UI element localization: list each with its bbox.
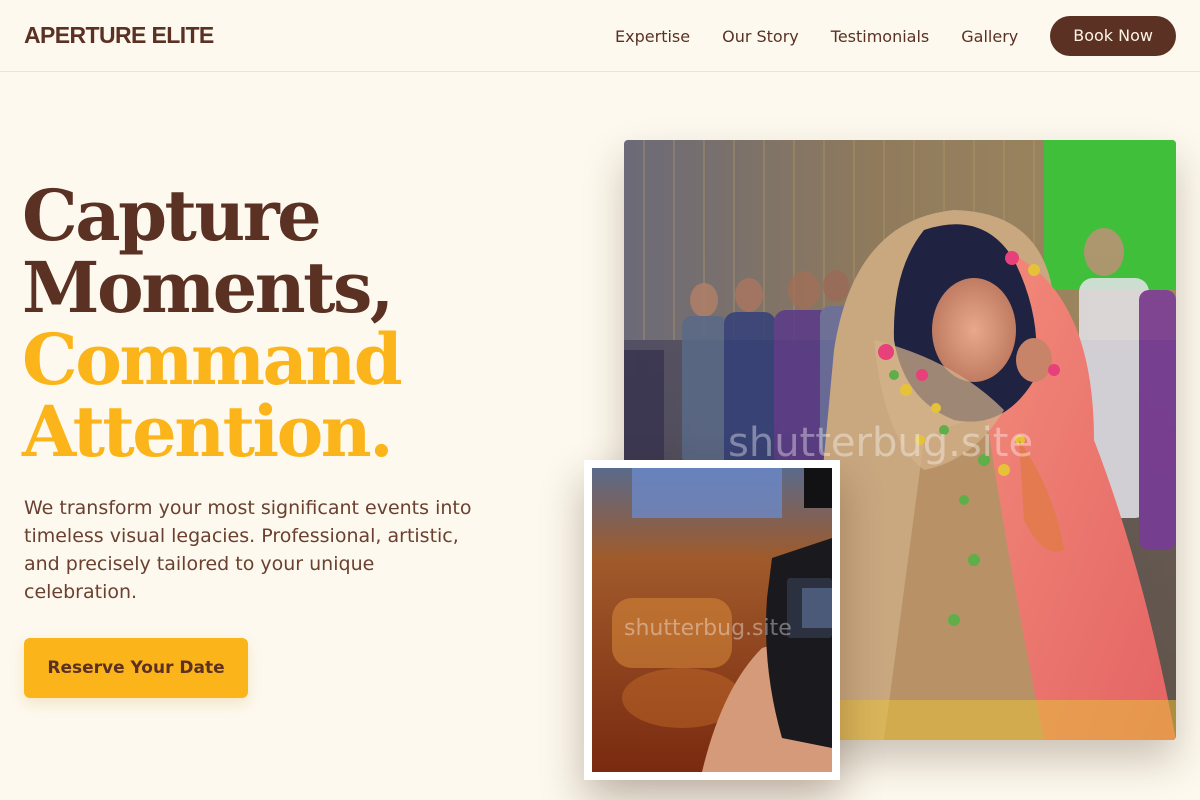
hero-title: Capture Moments, Command Attention. (22, 174, 403, 473)
hero-description: We transform your most significant event… (24, 497, 472, 603)
nav-link-testimonials[interactable]: Testimonials (831, 27, 930, 46)
camera-photo-frame: shutterbug.site (584, 460, 840, 780)
book-now-button[interactable]: Book Now (1050, 16, 1176, 56)
nav-link-expertise[interactable]: Expertise (615, 27, 690, 46)
hero-title-line-3: Command (22, 318, 403, 401)
nav-link-our-story[interactable]: Our Story (722, 27, 799, 46)
main-nav: Expertise Our Story Testimonials Gallery… (615, 16, 1176, 56)
reserve-date-button[interactable]: Reserve Your Date (24, 638, 248, 698)
hero-title-line-4: Attention. (22, 390, 394, 473)
camera-photo-watermark: shutterbug.site (624, 616, 792, 641)
nav-link-gallery[interactable]: Gallery (961, 27, 1018, 46)
site-header: APERTURE ELITE Expertise Our Story Testi… (0, 0, 1200, 72)
hero-title-line-2: Moments, (22, 246, 394, 329)
hero-title-line-1: Capture (22, 174, 322, 257)
brand-logo[interactable]: APERTURE ELITE (24, 22, 214, 49)
